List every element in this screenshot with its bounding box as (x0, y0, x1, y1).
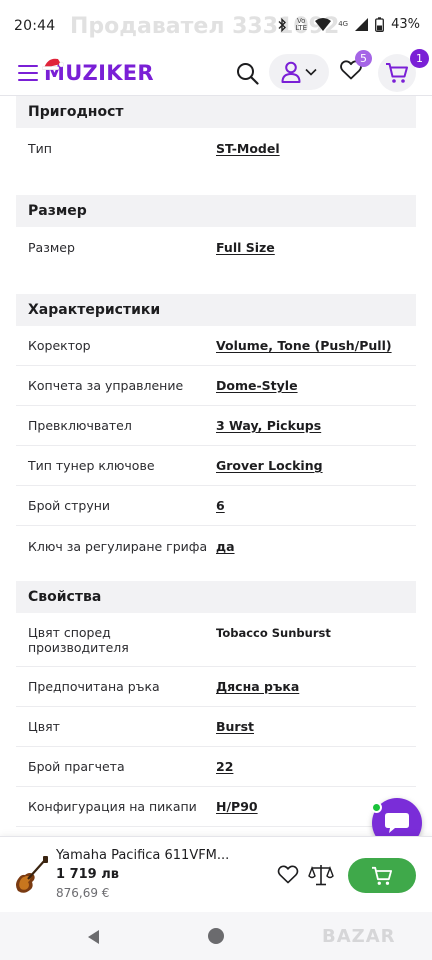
home-icon[interactable] (208, 928, 224, 944)
menu-icon[interactable] (18, 65, 38, 81)
santa-hat-icon (42, 58, 64, 70)
parameter-label: Превключвател (28, 418, 132, 433)
parameter-label: Брой струни (28, 498, 111, 513)
parameter-label: Цвят (28, 719, 60, 734)
muziker-logo[interactable]: MUZIKER (42, 58, 154, 88)
section-title: Размер (16, 195, 416, 227)
cell-signal-icon (355, 18, 369, 31)
product-thumbnail[interactable] (12, 855, 50, 895)
parameter-value-link[interactable]: Burst (216, 719, 254, 734)
parameter-row: Копчета за управление Dome-Style (16, 366, 416, 406)
parameter-value-link[interactable]: 6 (216, 498, 225, 513)
network-type: 4G (338, 20, 349, 28)
parameter-label: Тип (28, 140, 52, 156)
parameter-row: Цвят според производителя Tobacco Sunbur… (16, 613, 416, 667)
parameter-label: Коректор (28, 338, 91, 353)
product-price-eur: 876,69 € (56, 886, 110, 900)
compare-scales-icon[interactable] (308, 863, 334, 887)
parameter-label: Предпочитана ръка (28, 679, 160, 694)
signal-icon (315, 18, 332, 31)
parameter-value-link[interactable]: Volume, Tone (Push/Pull) (216, 338, 392, 353)
chevron-down-icon (305, 68, 317, 76)
bluetooth-icon (278, 17, 287, 32)
parameter-row: Тип ST-Model (16, 128, 416, 168)
cart-icon (372, 866, 392, 885)
parameter-value: Tobacco Sunburst (216, 625, 331, 640)
parameter-row: Цвят Burst (16, 707, 416, 747)
add-to-cart-button[interactable] (348, 858, 416, 893)
parameter-label: Копчета за управление (28, 378, 184, 393)
app-header: MUZIKER 5 1 (0, 49, 432, 96)
volte-label: Vo LTE (295, 16, 308, 32)
chat-icon (385, 813, 409, 833)
parameter-value-link[interactable]: H/P90 (216, 799, 258, 814)
parameter-row: Превключвател 3 Way, Pickups (16, 406, 416, 446)
parameter-value-link[interactable]: да (216, 539, 235, 554)
battery-percent: 43% (391, 17, 420, 32)
parameter-value-link[interactable]: Full Size (216, 240, 275, 255)
back-icon[interactable] (86, 929, 102, 945)
parameter-value-link[interactable]: Grover Locking (216, 458, 323, 473)
parameter-row: Тип тунер ключове Grover Locking (16, 446, 416, 486)
parameter-value-link[interactable]: Dome-Style (216, 378, 298, 393)
parameter-row: Брой струни 6 (16, 486, 416, 526)
system-nav-bar: BAZAR (0, 912, 432, 960)
parameter-value-link[interactable]: ST-Model (216, 141, 280, 156)
section-title: Свойства (16, 581, 416, 613)
status-time: 20:44 (14, 18, 56, 34)
search-icon[interactable] (236, 62, 259, 85)
parameter-value-link[interactable]: Дясна ръка (216, 679, 299, 694)
parameter-value-link[interactable]: 22 (216, 759, 233, 774)
cart-icon (386, 63, 408, 83)
parameter-row: Размер Full Size (16, 227, 416, 267)
status-icons: Vo LTE 4G 43% (277, 17, 420, 32)
status-bar: 20:44 Продавател 3331092 Vo LTE 4G 43% (0, 0, 432, 52)
product-name[interactable]: Yamaha Pacifica 611VFM... (56, 848, 229, 863)
online-status-dot (371, 802, 382, 813)
parameter-row: Ключ за регулиране грифа да (16, 526, 416, 566)
parameter-value-link[interactable]: 3 Way, Pickups (216, 418, 321, 433)
battery-icon (375, 17, 385, 32)
parameter-label: Ключ за регулиране грифа (28, 538, 208, 554)
product-parameters: Пригодност Тип ST-Model Размер Размер Fu… (16, 96, 416, 827)
account-button[interactable] (269, 54, 329, 90)
sticky-product-bar: Yamaha Pacifica 611VFM... 1 719 лв 876,6… (0, 836, 432, 912)
parameter-label: Тип тунер ключове (28, 458, 155, 473)
product-price: 1 719 лв (56, 867, 119, 882)
add-to-favorites-icon[interactable] (277, 865, 299, 884)
parameter-label: Конфигурация на пикапи (28, 799, 197, 814)
parameter-label: Цвят според производителя (28, 624, 129, 655)
section-title: Пригодност (16, 96, 416, 128)
parameter-label: Размер (28, 239, 75, 255)
user-icon (281, 61, 301, 83)
parameter-row: Конфигурация на пикапи H/P90 (16, 787, 416, 827)
parameter-label: Брой прагчета (28, 759, 125, 774)
parameter-row: Коректор Volume, Tone (Push/Pull) (16, 326, 416, 366)
bazar-watermark: BAZAR (322, 926, 396, 947)
section-title: Характеристики (16, 294, 416, 326)
cart-count-badge: 1 (410, 49, 429, 68)
favorites-count-badge: 5 (355, 50, 372, 67)
parameter-row: Брой прагчета 22 (16, 747, 416, 787)
parameter-row: Предпочитана ръка Дясна ръка (16, 667, 416, 707)
